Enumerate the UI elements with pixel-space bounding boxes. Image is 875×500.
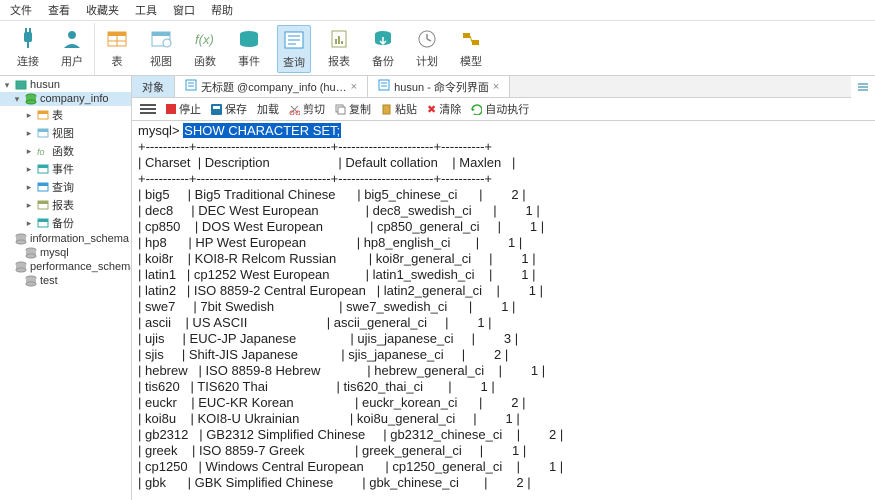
database-icon bbox=[25, 275, 37, 287]
svg-text:fo: fo bbox=[37, 147, 45, 157]
paste-button[interactable]: 粘贴 bbox=[381, 101, 417, 117]
toolbar-plug[interactable]: 连接 bbox=[12, 25, 44, 73]
plug-icon bbox=[16, 27, 40, 51]
close-icon[interactable]: × bbox=[493, 81, 499, 93]
stop-button[interactable]: 停止 bbox=[166, 101, 201, 117]
fx-icon: f(x) bbox=[193, 27, 217, 51]
tree-item-view[interactable]: ▸视图 bbox=[0, 124, 131, 142]
query-icon bbox=[37, 181, 49, 193]
tree-database[interactable]: test bbox=[0, 274, 131, 288]
tab[interactable]: 对象 bbox=[132, 76, 175, 97]
report-icon bbox=[37, 199, 49, 211]
toolbar-table[interactable]: 表 bbox=[101, 25, 133, 73]
menu-item[interactable]: 查看 bbox=[48, 2, 70, 18]
tree-database[interactable]: performance_schema bbox=[0, 260, 131, 274]
hamburger-icon[interactable] bbox=[140, 104, 156, 114]
toolbar-query[interactable]: 查询 bbox=[277, 25, 311, 73]
toolbar-fx[interactable]: f(x)函数 bbox=[189, 25, 221, 73]
tree-database[interactable]: ▾ company_info bbox=[0, 92, 131, 106]
clear-button[interactable]: ✖清除 bbox=[427, 101, 461, 117]
event-icon bbox=[237, 27, 261, 51]
view-icon bbox=[37, 127, 49, 139]
toolbar-model[interactable]: 模型 bbox=[455, 25, 487, 73]
tree-item-backup[interactable]: ▸备份 bbox=[0, 214, 131, 232]
event-icon bbox=[37, 163, 49, 175]
database-icon bbox=[25, 93, 37, 105]
tab[interactable]: 无标题 @company_info (hu…× bbox=[175, 76, 368, 97]
query-icon bbox=[282, 28, 306, 52]
tree-database[interactable]: information_schema bbox=[0, 232, 131, 246]
close-icon[interactable]: × bbox=[351, 81, 357, 93]
menu-item[interactable]: 文件 bbox=[10, 2, 32, 18]
backup-icon bbox=[37, 217, 49, 229]
database-icon bbox=[25, 247, 37, 259]
query-icon bbox=[378, 79, 390, 94]
report-icon bbox=[327, 27, 351, 51]
menu-item[interactable]: 帮助 bbox=[211, 2, 233, 18]
user-icon bbox=[60, 27, 84, 51]
tree-item-fx[interactable]: ▸fo函数 bbox=[0, 142, 131, 160]
toolbar-event[interactable]: 事件 bbox=[233, 25, 265, 73]
tree-connection[interactable]: ▾ husun bbox=[0, 78, 131, 92]
tab[interactable]: husun - 命令列界面× bbox=[368, 76, 510, 97]
tabbar: 对象无标题 @company_info (hu…×husun - 命令列界面× bbox=[132, 76, 875, 98]
fx-icon: fo bbox=[37, 145, 49, 157]
table-icon bbox=[105, 27, 129, 51]
tab-menu-icon[interactable] bbox=[851, 76, 875, 98]
save-button[interactable]: 保存 bbox=[211, 101, 247, 117]
menu-item[interactable]: 窗口 bbox=[173, 2, 195, 18]
load-button[interactable]: 加载 bbox=[257, 101, 279, 117]
server-icon bbox=[15, 79, 27, 91]
svg-text:f(x): f(x) bbox=[195, 32, 214, 47]
toolbar-report[interactable]: 报表 bbox=[323, 25, 355, 73]
tree-database[interactable]: mysql bbox=[0, 246, 131, 260]
tree-item-report[interactable]: ▸报表 bbox=[0, 196, 131, 214]
view-icon bbox=[149, 27, 173, 51]
model-icon bbox=[459, 27, 483, 51]
backup-icon bbox=[371, 27, 395, 51]
table-icon bbox=[37, 109, 49, 121]
toolbar-backup[interactable]: 备份 bbox=[367, 25, 399, 73]
sidebar[interactable]: ▾ husun ▾ company_info ▸表▸视图▸fo函数▸事件▸查询▸… bbox=[0, 76, 132, 500]
query-icon bbox=[185, 79, 197, 94]
sub-toolbar: 停止 保存 加载 剪切 复制 粘贴 ✖清除 自动执行 bbox=[132, 98, 875, 121]
menu-item[interactable]: 收藏夹 bbox=[86, 2, 119, 18]
toolbar: 连接用户 表视图 f(x)函数事件查询报表备份计划模型 bbox=[0, 21, 875, 76]
autorun-button[interactable]: 自动执行 bbox=[471, 101, 529, 117]
cut-button[interactable]: 剪切 bbox=[289, 101, 325, 117]
plan-icon bbox=[415, 27, 439, 51]
tree-item-table[interactable]: ▸表 bbox=[0, 106, 131, 124]
toolbar-plan[interactable]: 计划 bbox=[411, 25, 443, 73]
menubar: 文件查看收藏夹工具窗口帮助 bbox=[0, 0, 875, 21]
tree-item-event[interactable]: ▸事件 bbox=[0, 160, 131, 178]
query-terminal[interactable]: mysql> SHOW CHARACTER SET;+----------+--… bbox=[132, 121, 875, 500]
database-icon bbox=[15, 261, 27, 273]
menu-item[interactable]: 工具 bbox=[135, 2, 157, 18]
database-icon bbox=[15, 233, 27, 245]
copy-button[interactable]: 复制 bbox=[335, 101, 371, 117]
toolbar-user[interactable]: 用户 bbox=[56, 25, 88, 73]
tree-item-query[interactable]: ▸查询 bbox=[0, 178, 131, 196]
toolbar-view[interactable]: 视图 bbox=[145, 25, 177, 73]
